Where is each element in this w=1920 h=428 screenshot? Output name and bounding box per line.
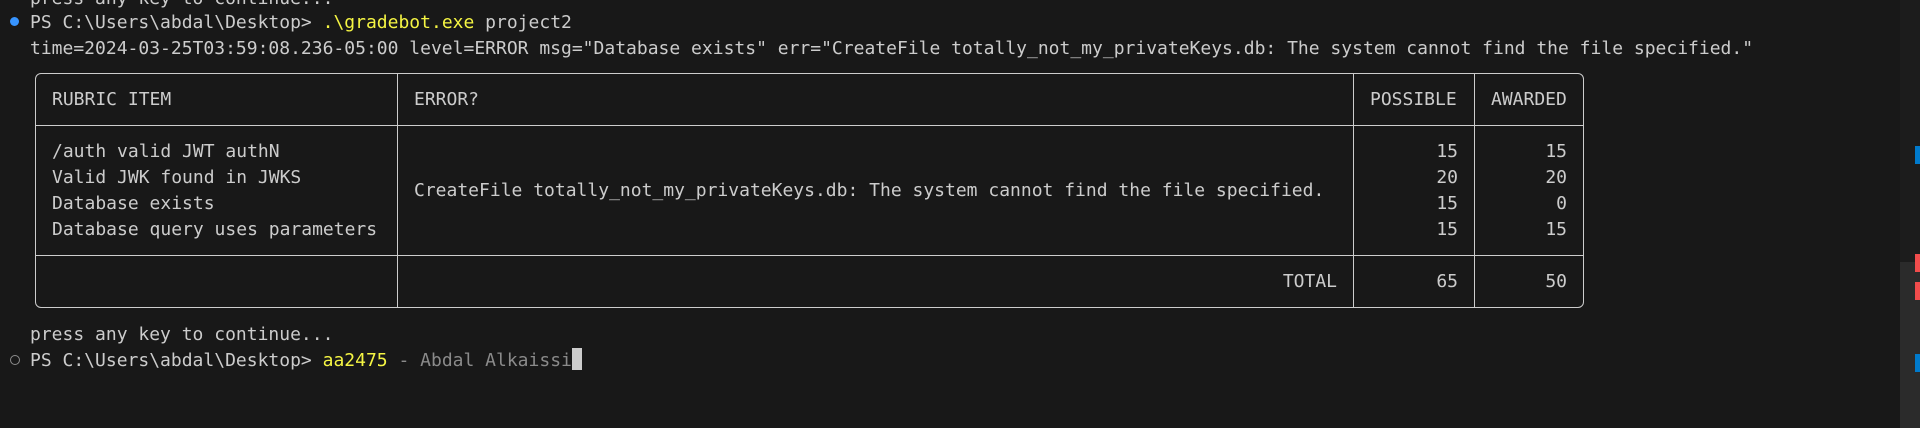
command-arg-text: project2 [485,12,572,33]
rubric-item: Valid JWK found in JWKS [52,166,302,188]
possible-value: 20 [1436,166,1458,188]
vertical-scrollbar[interactable] [1900,0,1920,428]
command-pending-decoration-icon[interactable] [10,355,20,365]
typed-command-rest: - Abdal Alkaissi [387,350,572,371]
scroll-marker-error [1915,254,1920,272]
total-possible: 65 [1353,256,1474,307]
header-possible: POSSIBLE [1353,74,1474,126]
awarded-value: 15 [1545,218,1567,240]
possible-cell: 15 20 15 15 [1353,126,1474,256]
awarded-cell: 15 20 0 15 [1474,126,1583,256]
prompt-text: PS C:\Users\abdal\Desktop> [30,350,312,371]
scroll-marker-info [1915,354,1920,372]
command-line-gradebot: PS C:\Users\abdal\Desktop> .\gradebot.ex… [30,10,572,36]
rubric-item: Database query uses parameters [52,218,378,240]
prompt-text: PS C:\Users\abdal\Desktop> [30,12,312,33]
scroll-marker-error [1915,282,1920,300]
command-success-decoration-icon[interactable] [10,17,19,26]
table-header-row: RUBRIC ITEM ERROR? POSSIBLE AWARDED [36,74,1583,126]
text-cursor [571,348,582,370]
table-row: /auth valid JWT authN Valid JWK found in… [36,126,1583,256]
awarded-value: 0 [1556,192,1567,214]
rubric-items-cell: /auth valid JWT authN Valid JWK found in… [36,126,397,256]
total-empty-cell [36,256,397,307]
table-total-row: TOTAL 65 50 [36,256,1583,307]
error-cell: CreateFile totally_not_my_privateKeys.db… [397,126,1353,256]
typed-command-text: aa2475 [322,350,388,371]
rubric-item: /auth valid JWT authN [52,140,280,162]
log-output-line: time=2024-03-25T03:59:08.236-05:00 level… [30,38,1754,59]
header-error: ERROR? [397,74,1353,126]
total-label: TOTAL [397,256,1353,307]
rubric-item: Database exists [52,192,215,214]
terminal-panel[interactable]: press any key to continue... PS C:\Users… [0,0,1900,428]
scroll-marker-info [1915,146,1920,164]
awarded-value: 20 [1545,166,1567,188]
total-awarded: 50 [1474,256,1583,307]
possible-value: 15 [1436,140,1458,162]
header-awarded: AWARDED [1474,74,1583,126]
rubric-table: RUBRIC ITEM ERROR? POSSIBLE AWARDED /aut… [35,73,1584,308]
continue-prompt: press any key to continue... [30,324,334,345]
header-rubric-item: RUBRIC ITEM [36,74,397,126]
possible-value: 15 [1436,192,1458,214]
possible-value: 15 [1436,218,1458,240]
awarded-value: 15 [1545,140,1567,162]
command-input-line[interactable]: PS C:\Users\abdal\Desktop> aa2475 - Abda… [30,348,582,374]
command-exe-text: .\gradebot.exe [322,12,475,33]
